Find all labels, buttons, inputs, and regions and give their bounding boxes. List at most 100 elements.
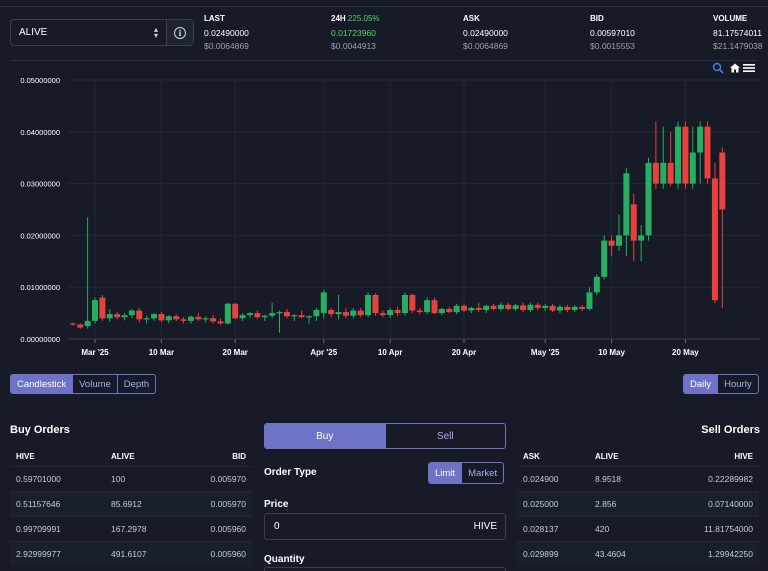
stat-last-label: LAST bbox=[204, 14, 225, 23]
candle-body bbox=[534, 304, 541, 308]
market-info-button[interactable]: i bbox=[166, 20, 193, 45]
stat-last-value: 0.02490000 bbox=[204, 28, 249, 38]
sell-row-ask: 0.028137 bbox=[523, 524, 559, 534]
candle-body bbox=[335, 312, 342, 315]
candle-body bbox=[261, 315, 268, 318]
sell-orders-title: Sell Orders bbox=[701, 424, 760, 436]
candle-body bbox=[121, 315, 128, 318]
tab-candlestick[interactable]: Candlestick bbox=[11, 375, 73, 393]
x-tick-label: 10 Mar bbox=[149, 348, 174, 357]
sell-order-row[interactable]: 0.024900 8.9518 0.22289982 bbox=[517, 466, 759, 491]
candle-body bbox=[254, 313, 261, 318]
buy-row-alive: 100 bbox=[111, 474, 126, 484]
candle-body bbox=[505, 304, 512, 309]
top-divider bbox=[0, 6, 768, 7]
limit-option[interactable]: Limit bbox=[429, 463, 462, 483]
candle-body bbox=[151, 314, 158, 319]
stat-ask-label: ASK bbox=[463, 14, 480, 23]
interval-tabs: Daily Hourly bbox=[683, 374, 759, 394]
candle-body bbox=[291, 315, 298, 317]
x-tick-label: Apr '25 bbox=[310, 348, 337, 357]
candle-body bbox=[173, 316, 180, 320]
candle-body bbox=[711, 178, 718, 301]
buy-row-alive: 491.6107 bbox=[111, 549, 147, 559]
sell-col-hive: HIVE bbox=[734, 451, 753, 461]
buy-order-row[interactable]: 2.92999977 491.6107 0.005960 bbox=[10, 541, 252, 566]
order-type-toggle: Limit Market bbox=[428, 462, 505, 484]
sell-order-row[interactable]: 0.029899 43.4604 1.29942250 bbox=[517, 541, 759, 566]
buy-col-bid: BID bbox=[232, 451, 246, 461]
x-tick-label: 20 Apr bbox=[452, 348, 477, 357]
candle-body bbox=[224, 303, 231, 324]
candle-body bbox=[77, 324, 84, 328]
buy-orders-title: Buy Orders bbox=[10, 424, 70, 436]
candle-body bbox=[453, 305, 460, 313]
buy-order-row[interactable]: 0.59701000 100 0.005970 bbox=[10, 466, 252, 491]
candle-body bbox=[416, 310, 423, 313]
buy-row-hive: 0.59701000 bbox=[16, 474, 61, 484]
tab-hourly[interactable]: Hourly bbox=[717, 375, 757, 393]
stat-24h: 24H 225.05% 0.01723960 $0.0044913 bbox=[331, 14, 380, 51]
price-label: Price bbox=[264, 499, 289, 510]
buy-order-row[interactable]: 0.51157646 85.6912 0.005970 bbox=[10, 491, 252, 516]
sell-tab[interactable]: Sell bbox=[384, 424, 506, 448]
tab-daily[interactable]: Daily bbox=[684, 375, 718, 393]
sell-orders-header: ASK ALIVE HIVE bbox=[517, 446, 759, 466]
tab-depth[interactable]: Depth bbox=[116, 375, 155, 393]
candle-body bbox=[645, 162, 652, 236]
candle-body bbox=[298, 315, 305, 318]
candle-body bbox=[549, 305, 556, 311]
candle-body bbox=[350, 310, 357, 316]
y-tick-label: 0.01000000 bbox=[20, 283, 60, 292]
candle-body bbox=[210, 318, 217, 322]
sell-col-ask: ASK bbox=[523, 451, 540, 461]
buy-row-bid: 0.005970 bbox=[210, 474, 246, 484]
stat-volume: VOLUME 81.17574011 $21.1479038 bbox=[713, 14, 763, 51]
buy-row-alive: 167.2978 bbox=[111, 524, 147, 534]
sell-row-hive: 1.29942250 bbox=[708, 549, 753, 559]
candle-body bbox=[69, 323, 76, 325]
buy-tab[interactable]: Buy bbox=[265, 424, 385, 448]
price-chart[interactable]: 0.05000000 0.04000000 0.03000000 0.02000000… bbox=[0, 60, 768, 366]
candle-body bbox=[697, 126, 704, 153]
market-selector[interactable]: ALIVE ▴ ▾ i bbox=[10, 19, 194, 46]
buy-row-bid: 0.005960 bbox=[210, 524, 246, 534]
quantity-input[interactable] bbox=[264, 567, 506, 571]
candle-body bbox=[92, 300, 98, 321]
buy-order-row[interactable]: 0.99709991 167.2978 0.005960 bbox=[10, 516, 252, 541]
candle-body bbox=[497, 304, 504, 309]
candle-body bbox=[490, 305, 497, 309]
candle-body bbox=[276, 312, 283, 314]
sell-order-row[interactable]: 0.025000 2.856 0.07140000 bbox=[517, 491, 759, 516]
candle-body bbox=[246, 313, 253, 316]
sell-orders-table: ASK ALIVE HIVE 0.024900 8.9518 0.2228998… bbox=[517, 446, 759, 566]
sell-order-row[interactable]: 0.028137 420 11.81754000 bbox=[517, 516, 759, 541]
chart-type-tabs: Candlestick Volume Depth bbox=[10, 374, 157, 394]
stat-ask-usd: $0.0064869 bbox=[463, 41, 508, 51]
candle-body bbox=[136, 310, 143, 320]
candle-body bbox=[512, 305, 519, 309]
info-icon: i bbox=[174, 26, 186, 39]
stat-24h-label: 24H bbox=[331, 14, 346, 23]
candle-body bbox=[652, 162, 659, 184]
order-type-label: Order Type bbox=[264, 467, 317, 478]
candle-body bbox=[387, 309, 394, 316]
market-select[interactable]: ALIVE ▴ ▾ bbox=[11, 20, 166, 45]
y-tick-label: 0.03000000 bbox=[20, 180, 60, 189]
stat-volume-value: 81.17574011 bbox=[713, 28, 763, 38]
candle-body bbox=[84, 320, 91, 327]
candle-body bbox=[630, 204, 637, 241]
candle-body bbox=[446, 308, 453, 313]
stat-24h-pct: 225.05% bbox=[347, 14, 380, 23]
stat-volume-label: VOLUME bbox=[713, 14, 748, 23]
tab-volume[interactable]: Volume bbox=[72, 375, 117, 393]
x-tick-label: 20 May bbox=[672, 348, 699, 357]
market-option[interactable]: Market bbox=[461, 463, 503, 483]
price-input[interactable]: 0 HIVE bbox=[264, 513, 506, 540]
sell-col-alive: ALIVE bbox=[595, 451, 619, 461]
candle-body bbox=[365, 294, 372, 316]
candle-body bbox=[689, 152, 696, 184]
candle-body bbox=[269, 313, 276, 316]
candle-body bbox=[542, 305, 549, 308]
candle-body bbox=[357, 310, 364, 316]
